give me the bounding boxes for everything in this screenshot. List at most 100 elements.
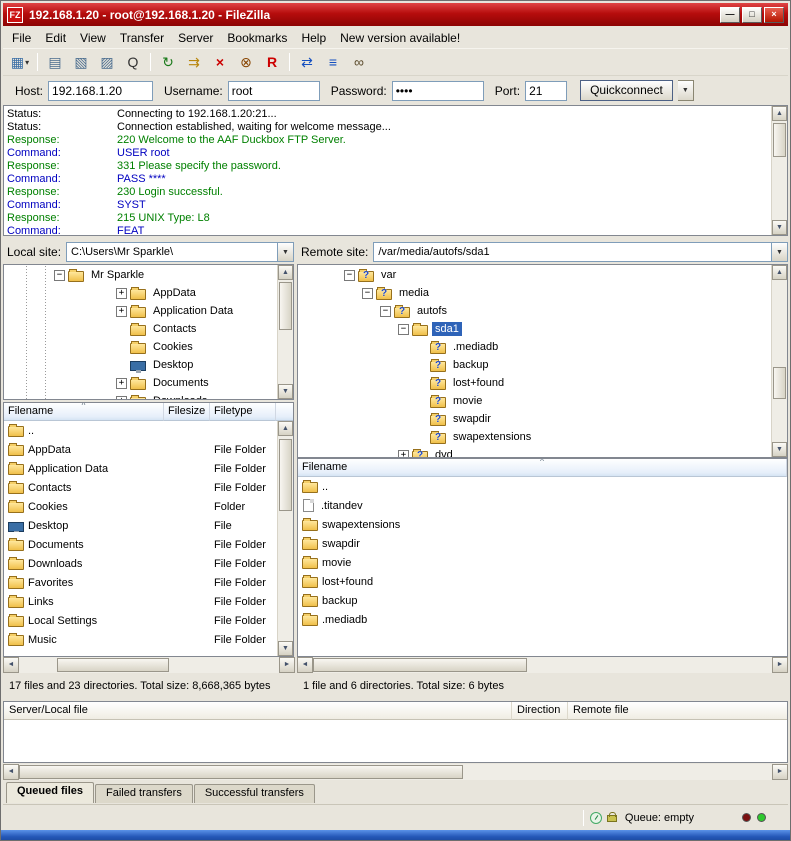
scroll-left-button[interactable]: ◄	[297, 657, 313, 673]
cancel-button[interactable]: ×	[208, 51, 232, 73]
minimize-button[interactable]: —	[720, 7, 740, 23]
log-scrollbar[interactable]: ▲ ▼	[771, 106, 787, 235]
tree-item[interactable]: Contacts	[4, 320, 276, 338]
file-row[interactable]: ContactsFile Folder	[4, 478, 277, 497]
remote-tree-toggle-button[interactable]: ▨	[95, 51, 119, 73]
file-row[interactable]: ..	[4, 421, 277, 440]
queue-column-direction[interactable]: Direction	[512, 702, 568, 720]
file-row[interactable]: LinksFile Folder	[4, 592, 277, 611]
collapse-box-icon[interactable]: −	[54, 270, 65, 281]
tab-successful-transfers[interactable]: Successful transfers	[194, 784, 315, 803]
directory-comparison-button[interactable]: ⇄	[295, 51, 319, 73]
file-row[interactable]: MusicFile Folder	[4, 630, 277, 649]
file-row[interactable]: .mediadb	[298, 610, 787, 629]
menu-transfer[interactable]: Transfer	[113, 29, 171, 47]
scroll-thumb[interactable]	[279, 439, 292, 511]
scroll-right-button[interactable]: ►	[772, 657, 788, 673]
file-row[interactable]: CookiesFolder	[4, 497, 277, 516]
scroll-up-button[interactable]: ▲	[772, 106, 787, 121]
column-header-filename[interactable]: Filename^	[4, 403, 164, 421]
close-button[interactable]: ×	[764, 7, 784, 23]
find-files-button[interactable]: ∞	[347, 51, 371, 73]
title-bar[interactable]: FZ 192.168.1.20 - root@192.168.1.20 - Fi…	[3, 3, 788, 26]
queue-column-remote-file[interactable]: Remote file	[568, 702, 787, 720]
process-queue-button[interactable]: ⇉	[182, 51, 206, 73]
file-row[interactable]: swapdir	[298, 534, 787, 553]
scroll-thumb[interactable]	[57, 658, 169, 672]
tree-item[interactable]: ?.mediadb	[298, 338, 770, 356]
tree-item[interactable]: −?media	[298, 284, 770, 302]
encryption-status-icon[interactable]	[607, 815, 617, 822]
menu-help[interactable]: Help	[294, 29, 333, 47]
expand-box-icon[interactable]: +	[116, 306, 127, 317]
reconnect-button[interactable]: R	[260, 51, 284, 73]
tree-item[interactable]: ?swapextensions	[298, 428, 770, 446]
tree-item[interactable]: +AppData	[4, 284, 276, 302]
menu-edit[interactable]: Edit	[38, 29, 73, 47]
menu-server[interactable]: Server	[171, 29, 220, 47]
tree-item[interactable]: ?movie	[298, 392, 770, 410]
tree-item[interactable]: +Downloads	[4, 392, 276, 399]
menu-file[interactable]: File	[5, 29, 38, 47]
local-tree-scrollbar[interactable]: ▲ ▼	[277, 265, 293, 399]
tree-item[interactable]: −?var	[298, 266, 770, 284]
scroll-up-button[interactable]: ▲	[278, 265, 293, 280]
scroll-thumb[interactable]	[19, 765, 463, 779]
tree-item[interactable]: Desktop	[4, 356, 276, 374]
message-log-toggle-button[interactable]: ▤	[43, 51, 67, 73]
scroll-thumb[interactable]	[279, 282, 292, 330]
tree-item[interactable]: +Documents	[4, 374, 276, 392]
tree-item[interactable]: ?swapdir	[298, 410, 770, 428]
disconnect-button[interactable]: ⊗	[234, 51, 258, 73]
quickconnect-dropdown-button[interactable]: ▼	[678, 80, 694, 101]
scroll-thumb[interactable]	[773, 123, 786, 157]
column-header-filename[interactable]: Filename^	[298, 459, 787, 477]
expand-box-icon[interactable]: +	[116, 396, 127, 400]
column-header-filetype[interactable]: Filetype	[210, 403, 276, 421]
tree-item[interactable]: ?backup	[298, 356, 770, 374]
collapse-box-icon[interactable]: −	[362, 288, 373, 299]
tab-failed-transfers[interactable]: Failed transfers	[95, 784, 193, 803]
file-row[interactable]: FavoritesFile Folder	[4, 573, 277, 592]
tree-item[interactable]: −Mr Sparkle	[4, 266, 276, 284]
remote-tree-scrollbar[interactable]: ▲ ▼	[771, 265, 787, 457]
scroll-down-button[interactable]: ▼	[772, 220, 787, 235]
file-row[interactable]: .titandev	[298, 496, 787, 515]
scroll-up-button[interactable]: ▲	[772, 265, 787, 280]
quickconnect-button[interactable]: Quickconnect	[580, 80, 673, 101]
expand-box-icon[interactable]: +	[116, 378, 127, 389]
remote-list-hscrollbar[interactable]: ◄ ►	[297, 657, 788, 673]
queue-column-server-local-file[interactable]: Server/Local file	[4, 702, 512, 720]
queue-toggle-button[interactable]: Q	[121, 51, 145, 73]
file-row[interactable]: DesktopFile	[4, 516, 277, 535]
tree-item[interactable]: −?autofs	[298, 302, 770, 320]
synchronized-browsing-button[interactable]: ≡	[321, 51, 345, 73]
collapse-box-icon[interactable]: −	[344, 270, 355, 281]
combo-dropdown-icon[interactable]: ▼	[277, 243, 293, 261]
port-input[interactable]	[525, 81, 567, 101]
username-input[interactable]	[228, 81, 320, 101]
remote-site-combobox[interactable]: /var/media/autofs/sda1 ▼	[373, 242, 788, 262]
tree-item[interactable]: +Application Data	[4, 302, 276, 320]
scroll-left-button[interactable]: ◄	[3, 764, 19, 780]
tree-item[interactable]: Cookies	[4, 338, 276, 356]
scroll-thumb[interactable]	[773, 367, 786, 399]
host-input[interactable]	[48, 81, 153, 101]
file-row[interactable]: AppDataFile Folder	[4, 440, 277, 459]
refresh-button[interactable]: ↻	[156, 51, 180, 73]
file-row[interactable]: Local SettingsFile Folder	[4, 611, 277, 630]
scroll-left-button[interactable]: ◄	[3, 657, 19, 673]
file-row[interactable]: ..	[298, 477, 787, 496]
expand-box-icon[interactable]: +	[116, 288, 127, 299]
file-row[interactable]: Application DataFile Folder	[4, 459, 277, 478]
scroll-right-button[interactable]: ►	[279, 657, 295, 673]
speed-limits-icon[interactable]	[590, 812, 602, 824]
menu-new-version-available[interactable]: New version available!	[333, 29, 467, 47]
scroll-down-button[interactable]: ▼	[278, 641, 293, 656]
combo-dropdown-icon[interactable]: ▼	[771, 243, 787, 261]
menu-view[interactable]: View	[73, 29, 113, 47]
scroll-down-button[interactable]: ▼	[772, 442, 787, 457]
expand-box-icon[interactable]: +	[398, 450, 409, 458]
file-row[interactable]: movie	[298, 553, 787, 572]
collapse-box-icon[interactable]: −	[380, 306, 391, 317]
